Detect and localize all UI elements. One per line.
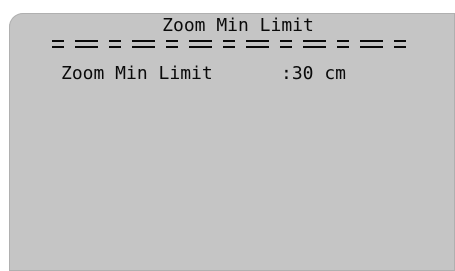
separator-mark	[52, 39, 64, 49]
zoom-min-limit-label: Zoom Min Limit	[61, 63, 213, 84]
zoom-min-limit-value[interactable]: :30 cm	[281, 65, 346, 83]
menu-title: Zoom Min Limit	[162, 15, 314, 36]
separator-mark	[337, 39, 349, 49]
separator-mark	[189, 39, 212, 49]
separator-mark	[360, 39, 383, 49]
separator-mark	[246, 39, 269, 49]
separator-mark	[303, 39, 326, 49]
separator-mark	[132, 39, 155, 49]
separator-mark	[109, 39, 121, 49]
separator-mark	[223, 39, 235, 49]
separator-mark	[280, 39, 292, 49]
separator-mark	[75, 39, 98, 49]
separator-mark	[394, 39, 406, 49]
separator-mark	[166, 39, 178, 49]
title-separator	[52, 37, 412, 51]
osd-menu-screen: Zoom Min Limit Zoom Min Limit :30 cm	[9, 13, 455, 271]
